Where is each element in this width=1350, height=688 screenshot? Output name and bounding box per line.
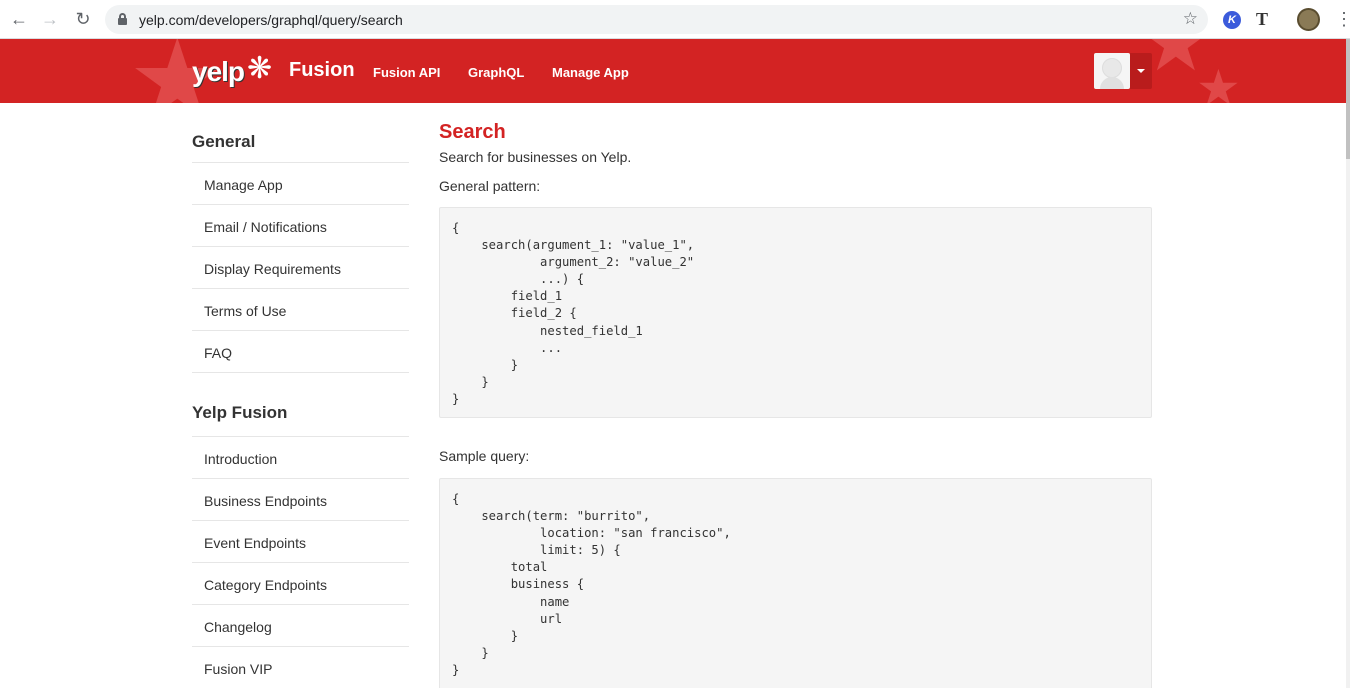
- sidebar-item-changelog[interactable]: Changelog: [192, 605, 409, 647]
- page-title: Search: [439, 121, 506, 143]
- lock-icon: [118, 13, 127, 25]
- general-pattern-label: General pattern:: [439, 178, 541, 194]
- sidebar-item-category-endpoints[interactable]: Category Endpoints: [192, 563, 409, 605]
- nav-manage-app[interactable]: Manage App: [552, 65, 629, 80]
- sidebar-item-terms-of-use[interactable]: Terms of Use: [192, 289, 409, 331]
- bookmark-star-icon[interactable]: ☆: [1183, 9, 1198, 29]
- browser-profile-avatar[interactable]: [1297, 8, 1320, 31]
- general-pattern-code-block[interactable]: { search(argument_1: "value_1", argument…: [439, 207, 1152, 418]
- sidebar-item-fusion-vip[interactable]: Fusion VIP: [192, 647, 409, 688]
- user-menu-dropdown[interactable]: [1130, 53, 1152, 89]
- sidebar-item-display-requirements[interactable]: Display Requirements: [192, 247, 409, 289]
- scrollbar-thumb[interactable]: [1346, 39, 1350, 159]
- address-bar[interactable]: yelp.com/developers/graphql/query/search…: [105, 5, 1208, 34]
- site-header: ★ ★ ★ yelp ❋ Fusion Fusion API GraphQL M…: [0, 39, 1346, 103]
- sidebar-item-faq[interactable]: FAQ: [192, 331, 409, 373]
- sidebar-heading: Yelp Fusion: [192, 373, 409, 437]
- yelp-logo[interactable]: yelp ❋: [192, 49, 272, 93]
- sidebar-item-introduction[interactable]: Introduction: [192, 437, 409, 479]
- page-description: Search for businesses on Yelp.: [439, 149, 632, 165]
- logo-wordmark: yelp: [192, 56, 245, 87]
- nav-fusion-api[interactable]: Fusion API: [373, 65, 440, 80]
- caret-down-icon: [1137, 69, 1145, 73]
- sidebar-item-manage-app[interactable]: Manage App: [192, 163, 409, 205]
- extension-k-icon[interactable]: K: [1223, 11, 1241, 29]
- sidebar-item-email-notifications[interactable]: Email / Notifications: [192, 205, 409, 247]
- brand-title[interactable]: Fusion: [289, 59, 355, 82]
- browser-toolbar: ← → ↻ yelp.com/developers/graphql/query/…: [0, 0, 1350, 39]
- sample-query-label: Sample query:: [439, 448, 530, 464]
- back-arrow-icon[interactable]: ←: [9, 9, 29, 29]
- page-scrollbar[interactable]: [1346, 39, 1350, 688]
- sidebar-item-event-endpoints[interactable]: Event Endpoints: [192, 521, 409, 563]
- sample-query-code-block[interactable]: { search(term: "burrito", location: "san…: [439, 478, 1152, 688]
- extension-t-icon[interactable]: T: [1256, 9, 1268, 30]
- sidebar-heading: General: [192, 103, 409, 163]
- sidebar-item-business-endpoints[interactable]: Business Endpoints: [192, 479, 409, 521]
- yelp-burst-icon: ❋: [247, 52, 273, 85]
- sidebar-group-yelp-fusion: Yelp Fusion Introduction Business Endpoi…: [192, 373, 409, 688]
- sidebar-group-general: General Manage App Email / Notifications…: [192, 103, 409, 373]
- nav-graphql[interactable]: GraphQL: [468, 65, 524, 80]
- main-content: Search Search for businesses on Yelp. Ge…: [439, 103, 1152, 688]
- decorative-star-icon: ★: [1196, 60, 1241, 103]
- reload-icon[interactable]: ↻: [73, 9, 93, 29]
- sidebar: General Manage App Email / Notifications…: [192, 103, 409, 688]
- user-avatar[interactable]: [1094, 53, 1130, 89]
- forward-arrow-icon[interactable]: →: [40, 9, 60, 29]
- url-text[interactable]: yelp.com/developers/graphql/query/search: [139, 12, 403, 28]
- browser-menu-icon[interactable]: ⋮: [1335, 9, 1350, 29]
